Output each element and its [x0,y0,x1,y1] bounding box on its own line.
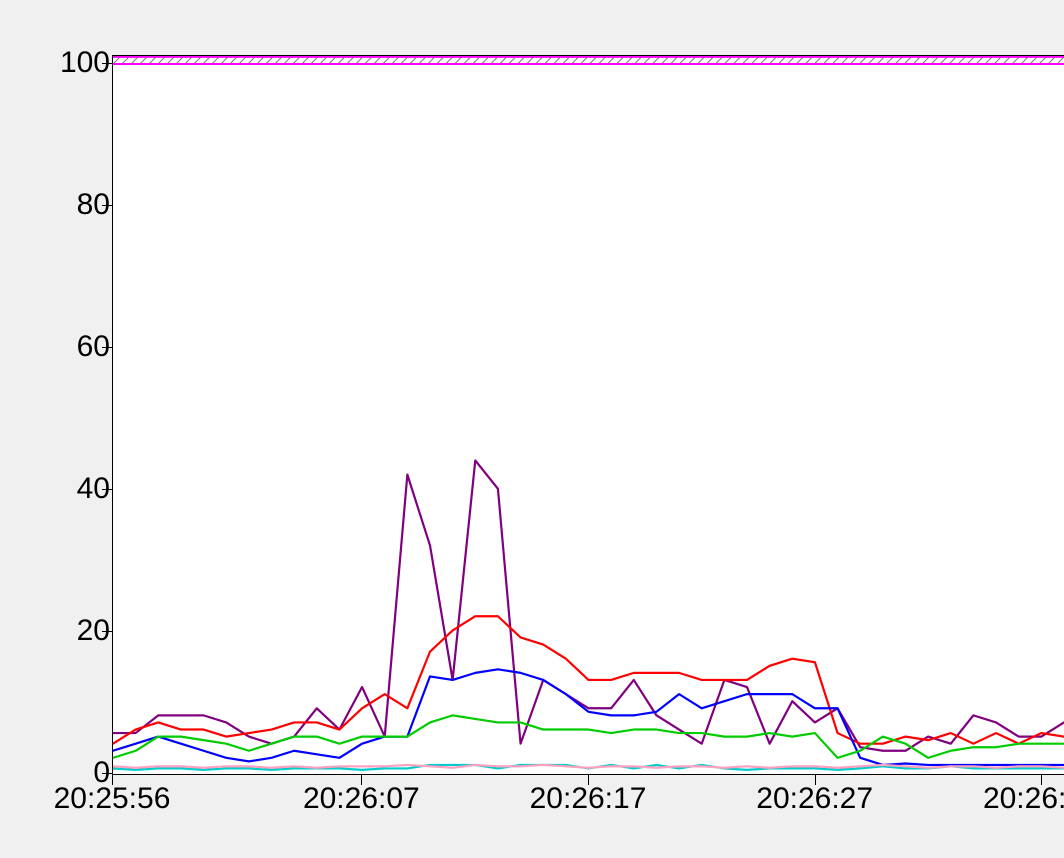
x-tick-label: 20:26:07 [303,782,420,816]
y-tick-mark [102,63,112,64]
y-tick-mark [102,773,112,774]
x-tick-label: 20:26:27 [756,782,873,816]
x-tick-label: 20:26:37 [983,782,1064,816]
series-red [113,616,1064,743]
series-purple [113,460,1064,750]
series-green [113,715,1064,757]
y-tick-mark [102,631,112,632]
x-tick-label: 20:25:56 [54,782,171,816]
y-tick-mark [102,347,112,348]
hatched-band [113,57,1064,64]
y-tick-mark [102,205,112,206]
chart-plot-area [112,55,1064,775]
chart-series-group [113,57,1064,770]
chart-svg [113,56,1064,774]
series-blue [113,669,1064,765]
y-tick-mark [102,489,112,490]
x-tick-label: 20:26:17 [530,782,647,816]
